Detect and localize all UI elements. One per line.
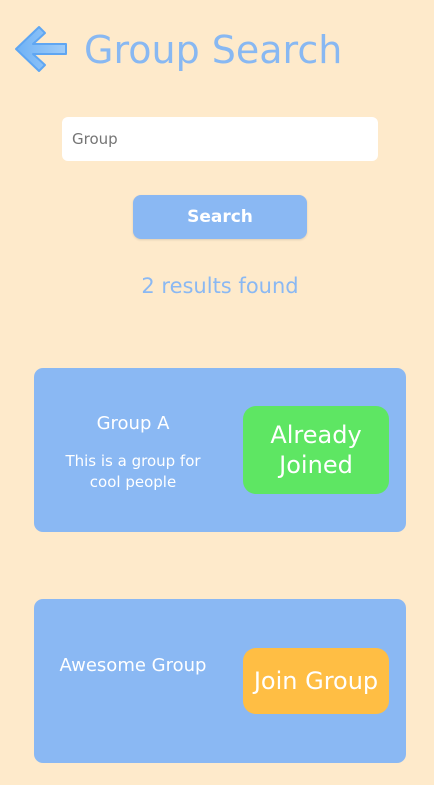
group-name: Awesome Group (59, 655, 207, 676)
group-card: Group A This is a group for cool people … (34, 368, 406, 532)
back-button[interactable] (11, 24, 69, 74)
search-button[interactable]: Search (133, 195, 307, 239)
group-description: This is a group for cool people (65, 452, 201, 491)
join-group-label: Join Group (253, 667, 379, 695)
already-joined-button[interactable]: Already Joined (243, 406, 389, 494)
group-name: Group A (96, 413, 170, 434)
results-count: 2 results found (141, 274, 299, 298)
group-card: Awesome Group Join Group (34, 599, 406, 763)
join-group-button[interactable]: Join Group (243, 648, 389, 714)
already-joined-label: Already Joined (270, 421, 362, 479)
page-title: Group Search (84, 28, 343, 72)
back-arrow-icon (15, 26, 67, 72)
search-input[interactable] (62, 117, 378, 161)
